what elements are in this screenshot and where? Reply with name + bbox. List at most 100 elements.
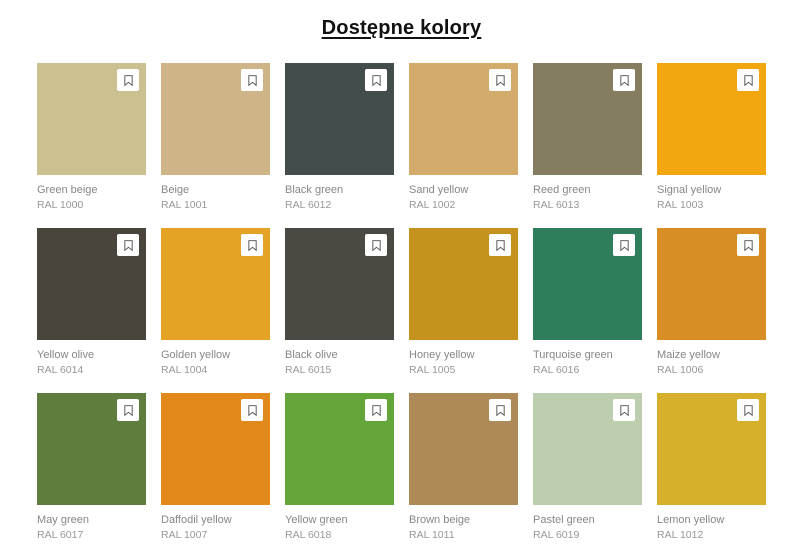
bookmark-button[interactable] xyxy=(365,234,387,256)
color-swatch[interactable] xyxy=(161,393,270,505)
color-name: Yellow green xyxy=(285,514,394,526)
color-card: Black green RAL 6012 xyxy=(285,63,394,211)
bookmark-button[interactable] xyxy=(365,69,387,91)
color-name: Black green xyxy=(285,184,394,196)
color-name: Black olive xyxy=(285,349,394,361)
bookmark-icon xyxy=(123,239,134,252)
color-card: Beige RAL 1001 xyxy=(161,63,270,211)
color-ral-code: RAL 6018 xyxy=(285,530,394,541)
bookmark-icon xyxy=(619,74,630,87)
color-swatch[interactable] xyxy=(409,228,518,340)
color-card: Maize yellow RAL 1006 xyxy=(657,228,766,376)
bookmark-button[interactable] xyxy=(737,234,759,256)
color-card: Lemon yellow RAL 1012 xyxy=(657,393,766,541)
bookmark-icon xyxy=(247,404,258,417)
bookmark-button[interactable] xyxy=(489,234,511,256)
color-name: Sand yellow xyxy=(409,184,518,196)
color-ral-code: RAL 1006 xyxy=(657,365,766,376)
color-card: Golden yellow RAL 1004 xyxy=(161,228,270,376)
bookmark-button[interactable] xyxy=(489,399,511,421)
color-swatch[interactable] xyxy=(533,228,642,340)
color-name: Golden yellow xyxy=(161,349,270,361)
bookmark-button[interactable] xyxy=(241,399,263,421)
bookmark-icon xyxy=(123,404,134,417)
color-ral-code: RAL 6016 xyxy=(533,365,642,376)
color-card: Honey yellow RAL 1005 xyxy=(409,228,518,376)
color-name: Beige xyxy=(161,184,270,196)
color-card: Brown beige RAL 1011 xyxy=(409,393,518,541)
bookmark-icon xyxy=(743,239,754,252)
bookmark-button[interactable] xyxy=(737,69,759,91)
color-name: Yellow olive xyxy=(37,349,146,361)
color-ral-code: RAL 6012 xyxy=(285,200,394,211)
color-card: Yellow green RAL 6018 xyxy=(285,393,394,541)
color-swatch[interactable] xyxy=(161,63,270,175)
color-swatch[interactable] xyxy=(37,63,146,175)
bookmark-icon xyxy=(123,74,134,87)
color-card: Pastel green RAL 6019 xyxy=(533,393,642,541)
color-card: Black olive RAL 6015 xyxy=(285,228,394,376)
color-ral-code: RAL 1000 xyxy=(37,200,146,211)
color-name: Honey yellow xyxy=(409,349,518,361)
color-name: Turquoise green xyxy=(533,349,642,361)
color-name: Lemon yellow xyxy=(657,514,766,526)
bookmark-button[interactable] xyxy=(489,69,511,91)
color-name: Brown beige xyxy=(409,514,518,526)
color-swatch[interactable] xyxy=(37,393,146,505)
bookmark-button[interactable] xyxy=(241,234,263,256)
color-grid: Green beige RAL 1000 Beige RAL 1001 Blac… xyxy=(37,63,766,541)
color-swatch[interactable] xyxy=(37,228,146,340)
color-ral-code: RAL 1001 xyxy=(161,200,270,211)
bookmark-icon xyxy=(619,404,630,417)
color-card: Reed green RAL 6013 xyxy=(533,63,642,211)
color-swatch[interactable] xyxy=(285,63,394,175)
color-ral-code: RAL 1003 xyxy=(657,200,766,211)
color-name: Pastel green xyxy=(533,514,642,526)
color-swatch[interactable] xyxy=(409,63,518,175)
color-card: Sand yellow RAL 1002 xyxy=(409,63,518,211)
bookmark-button[interactable] xyxy=(117,399,139,421)
color-ral-code: RAL 6015 xyxy=(285,365,394,376)
bookmark-button[interactable] xyxy=(241,69,263,91)
bookmark-icon xyxy=(495,239,506,252)
bookmark-icon xyxy=(495,404,506,417)
bookmark-button[interactable] xyxy=(365,399,387,421)
color-ral-code: RAL 1005 xyxy=(409,365,518,376)
bookmark-button[interactable] xyxy=(613,399,635,421)
color-swatch[interactable] xyxy=(533,63,642,175)
color-swatch[interactable] xyxy=(657,63,766,175)
color-card: Turquoise green RAL 6016 xyxy=(533,228,642,376)
color-ral-code: RAL 1012 xyxy=(657,530,766,541)
color-swatch[interactable] xyxy=(657,228,766,340)
bookmark-icon xyxy=(743,74,754,87)
color-swatch[interactable] xyxy=(657,393,766,505)
color-ral-code: RAL 6014 xyxy=(37,365,146,376)
color-swatch[interactable] xyxy=(409,393,518,505)
color-swatch[interactable] xyxy=(533,393,642,505)
color-card: Signal yellow RAL 1003 xyxy=(657,63,766,211)
bookmark-icon xyxy=(371,404,382,417)
color-card: Yellow olive RAL 6014 xyxy=(37,228,146,376)
bookmark-icon xyxy=(247,74,258,87)
bookmark-icon xyxy=(495,74,506,87)
bookmark-icon xyxy=(247,239,258,252)
color-card: Green beige RAL 1000 xyxy=(37,63,146,211)
color-ral-code: RAL 1002 xyxy=(409,200,518,211)
color-swatch[interactable] xyxy=(285,228,394,340)
color-swatch[interactable] xyxy=(285,393,394,505)
bookmark-button[interactable] xyxy=(613,234,635,256)
bookmark-button[interactable] xyxy=(613,69,635,91)
color-name: Green beige xyxy=(37,184,146,196)
color-name: Maize yellow xyxy=(657,349,766,361)
color-ral-code: RAL 1007 xyxy=(161,530,270,541)
color-swatch[interactable] xyxy=(161,228,270,340)
page-title: Dostępne kolory xyxy=(0,17,803,40)
bookmark-button[interactable] xyxy=(737,399,759,421)
bookmark-button[interactable] xyxy=(117,234,139,256)
color-name: Daffodil yellow xyxy=(161,514,270,526)
color-ral-code: RAL 1011 xyxy=(409,530,518,541)
color-name: Signal yellow xyxy=(657,184,766,196)
bookmark-icon xyxy=(619,239,630,252)
bookmark-button[interactable] xyxy=(117,69,139,91)
color-name: Reed green xyxy=(533,184,642,196)
